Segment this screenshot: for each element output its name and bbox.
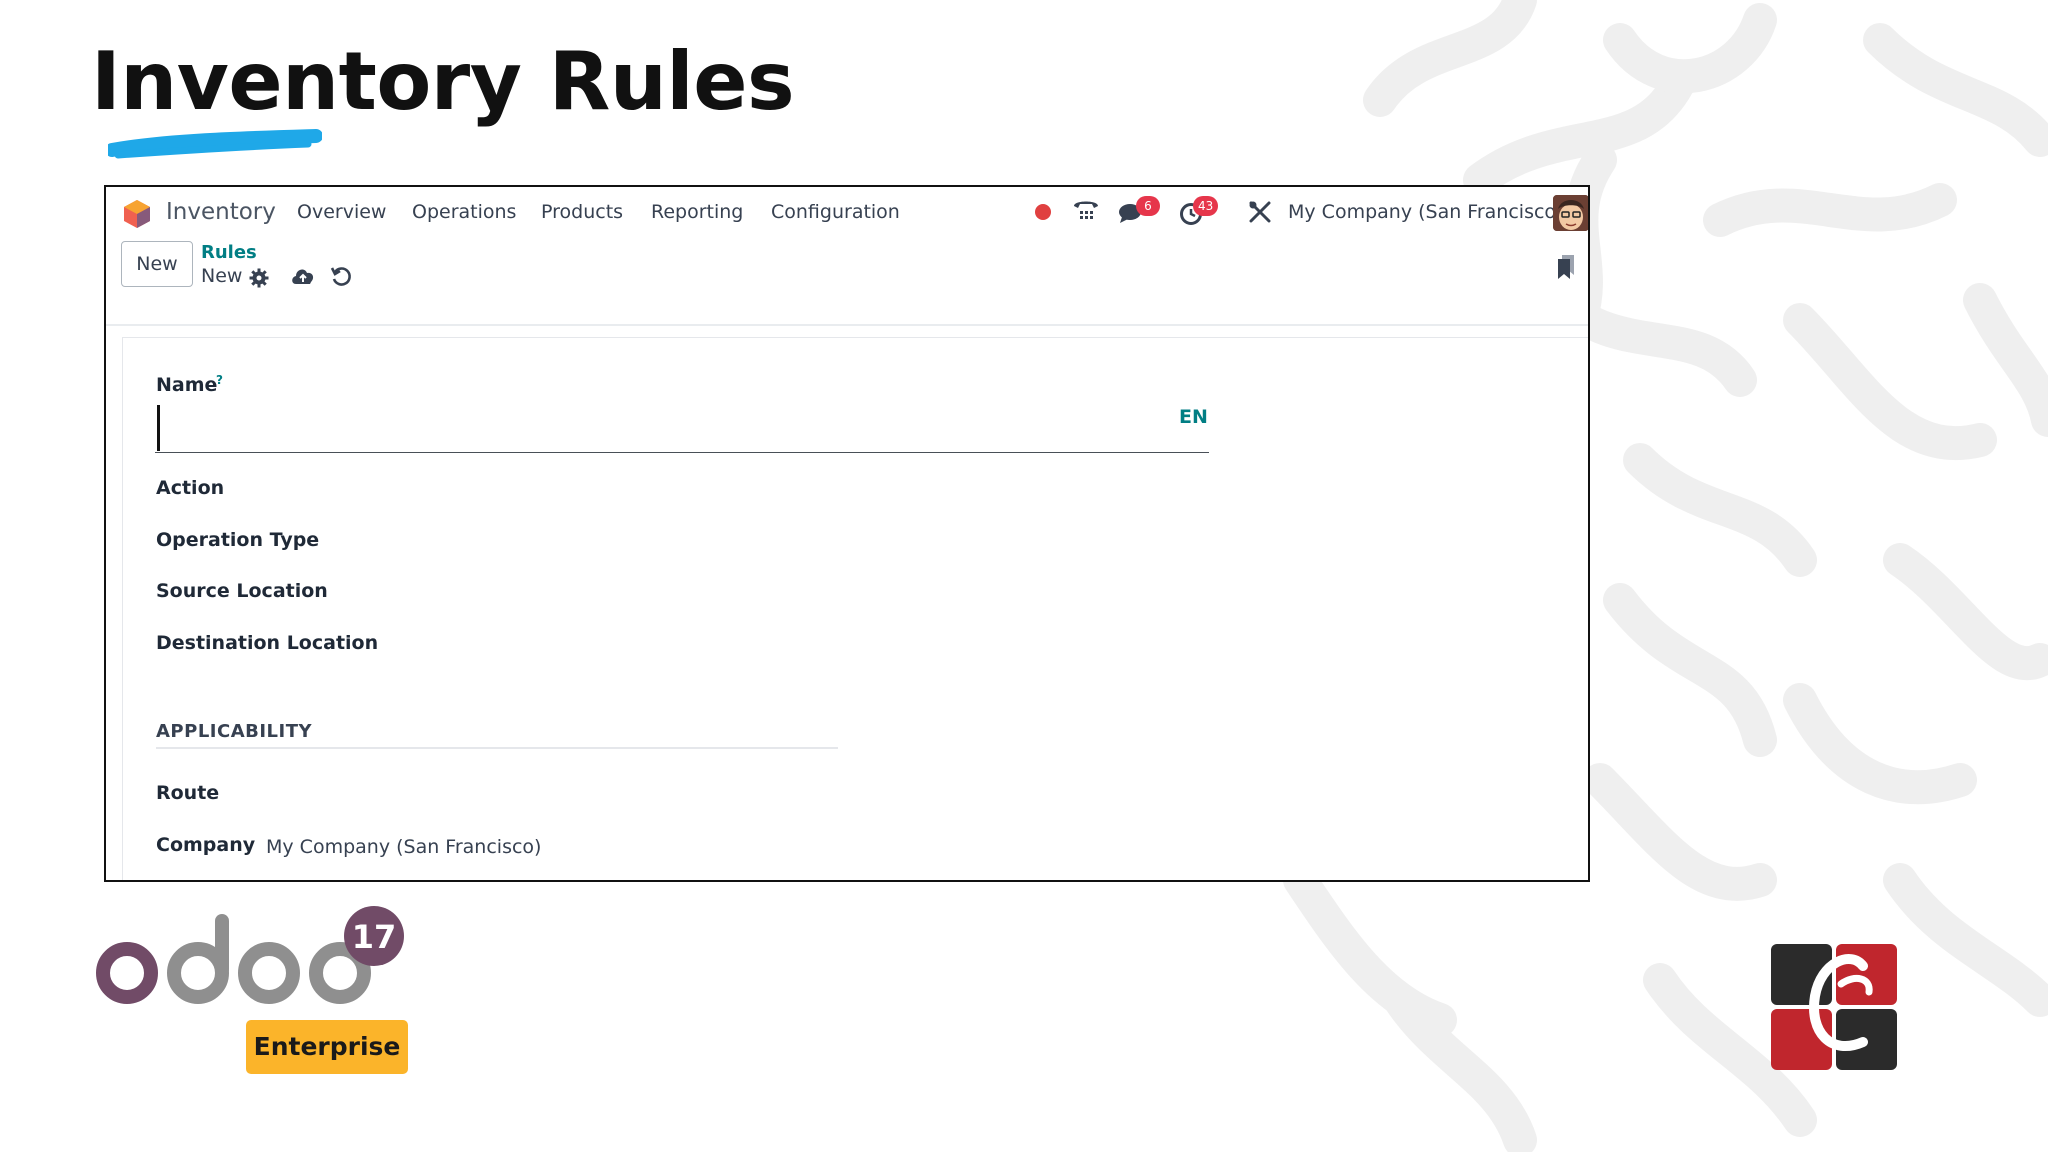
route-label: Route [156,782,220,804]
menu-reporting[interactable]: Reporting [651,201,743,223]
activities-button[interactable]: 43 [1179,196,1219,227]
breadcrumb-rules[interactable]: Rules [201,242,257,263]
slide-title: Inventory Rules [91,35,795,128]
debug-tools-icon[interactable] [1248,200,1272,224]
bookmark-icon[interactable] [1556,253,1576,279]
brand-logo [1771,944,1897,1070]
applicability-section-title: APPLICABILITY [156,721,313,742]
user-avatar[interactable] [1553,195,1588,231]
activities-badge: 43 [1193,196,1219,216]
company-label: Company [156,834,256,856]
translate-language-button[interactable]: EN [1179,406,1208,428]
section-divider [156,747,838,749]
destination-location-label: Destination Location [156,632,379,654]
name-label: Name [156,374,218,396]
company-switcher[interactable]: My Company (San Francisco) [1288,201,1563,223]
messages-button[interactable]: 6 [1118,196,1160,227]
menu-overview[interactable]: Overview [297,201,386,223]
avatar-face-icon [1553,195,1588,231]
control-panel: New Rules New [106,237,1588,309]
messages-badge: 6 [1136,196,1160,216]
inventory-app-icon[interactable] [121,199,153,229]
discard-changes-icon[interactable] [330,266,352,288]
breadcrumb-current: New [201,265,243,287]
cloud-upload-icon[interactable] [290,266,316,286]
menu-configuration[interactable]: Configuration [771,201,900,223]
new-button[interactable]: New [121,241,193,287]
odoo-logo: 17 [96,900,416,1014]
name-help-tooltip[interactable]: ? [216,373,223,387]
app-screenshot: Inventory Overview Operations Products R… [104,185,1590,882]
menu-products[interactable]: Products [541,201,623,223]
menu-operations[interactable]: Operations [412,201,516,223]
odoo-wordmark-icon: 17 [96,906,404,1004]
top-navbar: Inventory Overview Operations Products R… [106,187,1588,237]
phone-icon[interactable] [1072,198,1100,224]
operation-type-label: Operation Type [156,529,320,551]
company-field-value[interactable]: My Company (San Francisco) [266,836,541,858]
version-number: 17 [352,918,397,956]
enterprise-badge: Enterprise [246,1020,408,1074]
app-name[interactable]: Inventory [166,199,276,225]
record-icon[interactable] [1034,203,1052,221]
gear-icon[interactable] [249,268,269,288]
text-cursor [157,405,160,451]
action-label: Action [156,477,225,499]
title-underline-brush [108,129,322,159]
source-location-label: Source Location [156,580,328,602]
control-panel-divider [106,324,1588,326]
name-input[interactable] [155,403,1209,453]
